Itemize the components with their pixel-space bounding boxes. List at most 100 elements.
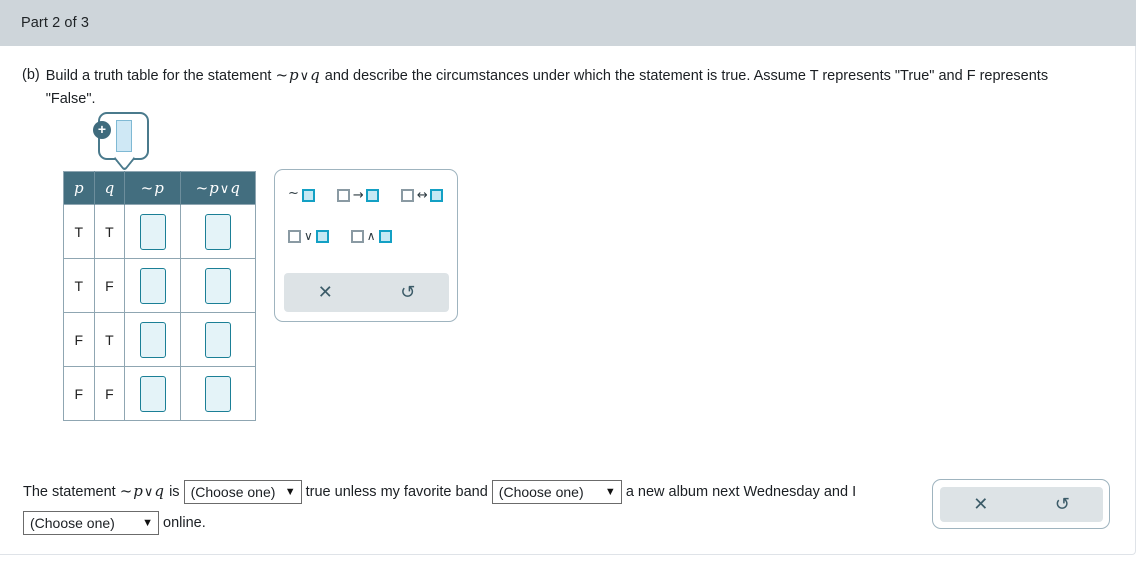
answer-box[interactable] — [139, 213, 166, 250]
placeholder-box-icon — [365, 188, 379, 202]
expr-var-q: q — [310, 66, 320, 84]
truth-table: p q ~p ~p∨q T T T F F T F F — [63, 171, 257, 421]
dropdown-choose-one-3[interactable]: (Choose one) ▼ — [23, 511, 159, 536]
palette-row-2: ∨ ∧ — [288, 227, 446, 245]
cell-q-row3: T — [93, 312, 126, 367]
table-header-row: p q ~p ~p∨q — [63, 171, 256, 205]
placeholder-box-icon — [400, 188, 414, 202]
input-cell-not-p-or-q-row2[interactable] — [180, 258, 257, 313]
header-cell-p: p — [63, 171, 95, 205]
statement-suffix: online. — [163, 515, 206, 531]
statement-mid-3: and I — [823, 484, 857, 500]
chevron-down-icon: ▼ — [284, 486, 296, 499]
expr-or-operator: ∨ — [299, 69, 310, 84]
placeholder-box-icon — [378, 229, 392, 243]
undo-answer-button[interactable]: ↺ — [1022, 493, 1104, 516]
placeholder-box-icon — [315, 229, 329, 243]
input-cell-not-p-or-q-row3[interactable] — [180, 312, 257, 367]
iff-arrow-icon: ↔ — [416, 187, 428, 203]
expr-var-p: p — [289, 66, 299, 84]
statement-var-q: q — [154, 482, 165, 500]
statement-or-operator: ∨ — [143, 485, 154, 500]
statement-prefix: The statement — [23, 484, 116, 500]
table-row: F T — [63, 312, 257, 367]
and-operator-button[interactable]: ∧ — [350, 227, 392, 245]
answer-box[interactable] — [139, 267, 166, 304]
cell-p-row4: F — [63, 366, 95, 421]
implies-operator-button[interactable]: → — [336, 186, 379, 204]
answer-box[interactable] — [205, 213, 232, 250]
tilde-icon: ~ — [288, 185, 299, 201]
palette-row-1: ~ → ↔ — [288, 186, 446, 204]
not-p-or-q-var-q: q — [230, 179, 240, 197]
chevron-down-icon: ▼ — [142, 517, 153, 530]
palette-undo-button[interactable]: ↺ — [367, 281, 450, 304]
input-cell-not-p-row4[interactable] — [124, 366, 182, 421]
dropdown-value: (Choose one) — [498, 484, 584, 501]
palette-action-bar: ✕ ↺ — [284, 273, 449, 312]
not-p-or-q-tilde: ~ — [195, 179, 209, 197]
input-cell-not-p-or-q-row4[interactable] — [180, 366, 257, 421]
cell-p-row3: F — [63, 312, 95, 367]
cell-q-row1: T — [93, 204, 126, 259]
answer-box[interactable] — [139, 321, 166, 358]
cell-p-row2: T — [63, 258, 95, 313]
statement-sentence: The statement ~p∨q is (Choose one) ▼ tru… — [23, 476, 913, 538]
statement-after-expr: is — [169, 484, 180, 500]
answer-box[interactable] — [205, 321, 232, 358]
question-prompt: (b) Build a truth table for the statemen… — [22, 64, 1092, 111]
input-cell-not-p-row3[interactable] — [124, 312, 182, 367]
answer-box[interactable] — [205, 267, 232, 304]
placeholder-box-icon — [301, 188, 315, 202]
or-operator-button[interactable]: ∨ — [288, 227, 329, 245]
clear-answer-button[interactable]: ✕ — [940, 493, 1022, 516]
table-row: T T — [63, 204, 257, 259]
answer-box[interactable] — [205, 375, 232, 412]
or-symbol-icon: ∨ — [304, 228, 313, 243]
dropdown-value: (Choose one) — [30, 515, 115, 532]
and-symbol-icon: ∧ — [366, 228, 376, 243]
part-header: Part 2 of 3 — [0, 0, 1136, 46]
placeholder-box-icon — [336, 188, 350, 202]
dropdown-choose-one-2[interactable]: (Choose one) ▼ — [491, 480, 622, 505]
placeholder-box-icon — [350, 229, 364, 243]
statement-mid-1: true unless my favorite band — [305, 484, 488, 500]
input-cell-not-p-or-q-row1[interactable] — [180, 204, 257, 259]
palette-symbol-grid: ~ → ↔ ∨ ∧ — [275, 170, 459, 268]
add-column-tooltip[interactable]: + — [93, 112, 149, 160]
header-cell-not-p: ~p — [124, 171, 182, 205]
page-root: Part 2 of 3 (b) Build a truth table for … — [0, 0, 1143, 581]
input-cell-not-p-row2[interactable] — [124, 258, 182, 313]
placeholder-box-icon — [429, 188, 443, 202]
table-row: T F — [63, 258, 257, 313]
chevron-down-icon: ▼ — [604, 486, 616, 499]
cell-p-row1: T — [63, 204, 95, 259]
dropdown-value: (Choose one) — [190, 484, 276, 501]
implies-arrow-icon: → — [352, 187, 364, 203]
symbol-palette: ~ → ↔ ∨ ∧ ✕ ↺ — [274, 169, 458, 322]
not-p-or-q-var-p: p — [209, 179, 219, 197]
not-operator-button[interactable]: ~ — [288, 186, 315, 204]
answer-box[interactable] — [139, 375, 166, 412]
cell-q-row4: F — [93, 366, 126, 421]
palette-clear-button[interactable]: ✕ — [284, 281, 367, 304]
cell-q-row2: F — [93, 258, 126, 313]
plus-icon: + — [93, 121, 111, 139]
header-cell-not-p-or-q: ~p∨q — [180, 171, 256, 205]
statement-negation: ~ — [119, 482, 133, 500]
column-placeholder-icon — [115, 120, 132, 152]
answer-action-panel: ✕ ↺ — [932, 479, 1110, 529]
part-label: Part 2 of 3 — [21, 15, 89, 31]
question-text: Build a truth table for the statement ~p… — [46, 64, 1092, 111]
statement-mid-2: a new album next Wednesday — [625, 484, 820, 500]
expr-negation: ~ — [275, 66, 289, 84]
question-text-before: Build a truth table for the statement — [45, 68, 272, 84]
not-p-var: p — [154, 179, 164, 197]
table-row: F F — [63, 366, 257, 421]
iff-operator-button[interactable]: ↔ — [400, 186, 443, 204]
header-cell-q: q — [94, 171, 126, 205]
not-p-or-q-op: ∨ — [219, 182, 230, 197]
answer-action-bar: ✕ ↺ — [940, 487, 1103, 522]
dropdown-choose-one-1[interactable]: (Choose one) ▼ — [183, 480, 302, 505]
input-cell-not-p-row1[interactable] — [124, 204, 182, 259]
